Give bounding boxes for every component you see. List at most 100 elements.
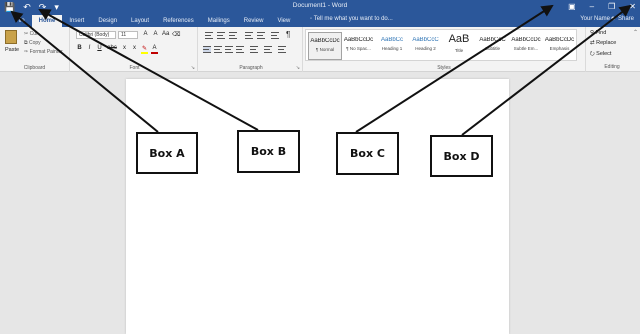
format-painter-button[interactable]: ✑ Format Painter xyxy=(24,49,63,55)
decrease-indent-icon[interactable] xyxy=(245,32,253,39)
style-item[interactable]: AaBbCcDc ¶ Normal xyxy=(308,32,342,60)
dialog-launcher-icon[interactable]: ↘ xyxy=(191,65,195,71)
show-marks-button[interactable]: ¶ xyxy=(286,30,290,39)
lightbulb-icon: ◦ xyxy=(310,16,313,22)
copy-label: Copy xyxy=(28,40,41,46)
ribbon-tabs: File Home Insert Design Layout References Mail… xyxy=(8,14,297,27)
share-icon: ☻ xyxy=(609,16,617,22)
minimize-icon[interactable]: – xyxy=(590,1,594,13)
tab-insert[interactable]: Insert xyxy=(62,15,91,27)
style-sample: AaBbCc xyxy=(380,37,403,43)
shading-icon[interactable] xyxy=(264,46,272,53)
cut-label: Cut xyxy=(29,31,38,37)
style-name: ¶ No Spac... xyxy=(346,46,371,51)
editing-group-label: Editing xyxy=(604,64,620,70)
vertical-scrollbar[interactable] xyxy=(630,72,640,334)
font-color-button[interactable]: A xyxy=(151,45,158,54)
align-left-icon[interactable] xyxy=(203,46,211,53)
bullets-icon[interactable] xyxy=(205,32,213,39)
line-spacing-icon[interactable] xyxy=(250,46,258,53)
style-item[interactable]: AaBbCcC Heading 2 xyxy=(409,32,443,60)
multilevel-list-icon[interactable] xyxy=(229,32,237,39)
paste-icon[interactable] xyxy=(5,30,17,44)
dialog-launcher-icon[interactable]: ↘ xyxy=(296,65,300,71)
ribbon-display-icon[interactable]: ▣ xyxy=(568,1,576,13)
underline-button[interactable]: U xyxy=(96,45,103,54)
style-name: ¶ Normal xyxy=(315,47,335,52)
select-label: Select xyxy=(596,51,612,57)
grow-font-button[interactable]: A xyxy=(142,31,149,38)
replace-button[interactable]: ⇄ Replace xyxy=(590,40,616,46)
italic-button[interactable]: I xyxy=(86,45,93,54)
annotation-box-b: Box B xyxy=(237,130,300,173)
tell-me-search[interactable]: ◦ Tell me what you want to do... xyxy=(310,16,393,22)
font-group: Calibri (Body) 11 A A Aa ⌫ B I U abc x x… xyxy=(72,27,198,72)
window-controls: ▣ – ❐ ✕ xyxy=(568,1,636,13)
find-button[interactable]: ⚲ Find xyxy=(590,30,606,36)
select-button[interactable]: ⭮ Select xyxy=(590,50,611,59)
tab-mailings[interactable]: Mailings xyxy=(201,15,237,27)
close-icon[interactable]: ✕ xyxy=(629,1,636,13)
style-name: Subtitle xyxy=(484,46,500,51)
style-sample: AaBbCcDc xyxy=(544,37,575,43)
style-name: Heading 1 xyxy=(381,46,403,51)
font-group-label: Font xyxy=(129,65,140,71)
tab-home[interactable]: Home xyxy=(31,15,63,27)
style-item[interactable]: AaBbCcC Subtitle xyxy=(476,32,510,60)
font-size-dropdown[interactable]: 11 xyxy=(118,31,138,39)
increase-indent-icon[interactable] xyxy=(257,32,265,39)
share-button[interactable]: ☻ Share xyxy=(610,16,634,22)
align-center-icon[interactable] xyxy=(214,46,222,53)
style-sample: AaBbCcDc xyxy=(511,37,541,43)
paragraph-group-label: Paragraph xyxy=(239,65,263,71)
font-name-dropdown[interactable]: Calibri (Body) xyxy=(76,31,116,39)
clipboard-group-label: Clipboard xyxy=(23,65,46,71)
tab-design[interactable]: Design xyxy=(91,15,124,27)
numbering-icon[interactable] xyxy=(217,32,225,39)
tab-review[interactable]: Review xyxy=(237,15,271,27)
tab-references[interactable]: References xyxy=(156,15,201,27)
sort-icon[interactable] xyxy=(271,32,279,39)
find-label: Find xyxy=(595,30,607,36)
style-item[interactable]: AaBbCcDc Subtle Em... xyxy=(509,32,543,60)
annotation-box-a: Box A xyxy=(136,132,198,174)
copy-button[interactable]: ⧉ Copy xyxy=(24,40,41,46)
collapse-ribbon-icon[interactable]: ⌃ xyxy=(633,29,638,36)
document-page[interactable] xyxy=(126,79,509,334)
restore-icon[interactable]: ❐ xyxy=(608,1,615,13)
paste-button[interactable]: Paste xyxy=(5,47,19,53)
style-sample: AaBbCcC xyxy=(412,37,439,43)
tell-me-text: Tell me what you want to do... xyxy=(313,16,393,22)
highlight-color-button[interactable]: ✎ xyxy=(141,45,148,54)
align-right-icon[interactable] xyxy=(225,46,233,53)
borders-icon[interactable] xyxy=(278,46,286,53)
tab-layout[interactable]: Layout xyxy=(124,15,156,27)
bold-button[interactable]: B xyxy=(76,45,83,54)
style-sample: AaBbCcDc xyxy=(310,38,340,44)
subscript-button[interactable]: x xyxy=(121,45,128,54)
style-name: Heading 2 xyxy=(415,46,436,51)
shrink-font-button[interactable]: A xyxy=(152,31,159,38)
style-sample: AaBbCcC xyxy=(479,37,506,43)
ribbon-tab-bar: File Home Insert Design Layout References Mail… xyxy=(0,14,640,27)
style-item[interactable]: AaBbCcDc Emphasis xyxy=(543,32,577,60)
user-name[interactable]: Your Name xyxy=(580,16,610,22)
tab-file[interactable]: File xyxy=(8,15,32,27)
style-name: Title xyxy=(454,48,464,53)
superscript-button[interactable]: x xyxy=(131,45,138,54)
justify-icon[interactable] xyxy=(236,46,244,53)
document-title: Document1 - Word xyxy=(292,2,348,9)
strikethrough-button[interactable]: abc xyxy=(106,45,118,54)
style-sample: AaBbCcDc xyxy=(343,37,374,43)
style-name: Subtle Em... xyxy=(513,46,539,51)
change-case-button[interactable]: Aa xyxy=(162,31,169,38)
style-item[interactable]: AaB Title xyxy=(442,32,476,60)
tab-view[interactable]: View xyxy=(270,15,297,27)
clear-formatting-icon[interactable]: ⌫ xyxy=(172,31,180,38)
cut-button[interactable]: ✂ Cut xyxy=(24,31,37,37)
style-item[interactable]: AaBbCc Heading 1 xyxy=(375,32,409,60)
paragraph-group: ¶ Paragraph ↘ xyxy=(200,27,303,72)
style-sample: AaB xyxy=(448,33,470,45)
annotation-box-d: Box D xyxy=(430,135,493,177)
style-item[interactable]: AaBbCcDc ¶ No Spac... xyxy=(342,32,376,60)
